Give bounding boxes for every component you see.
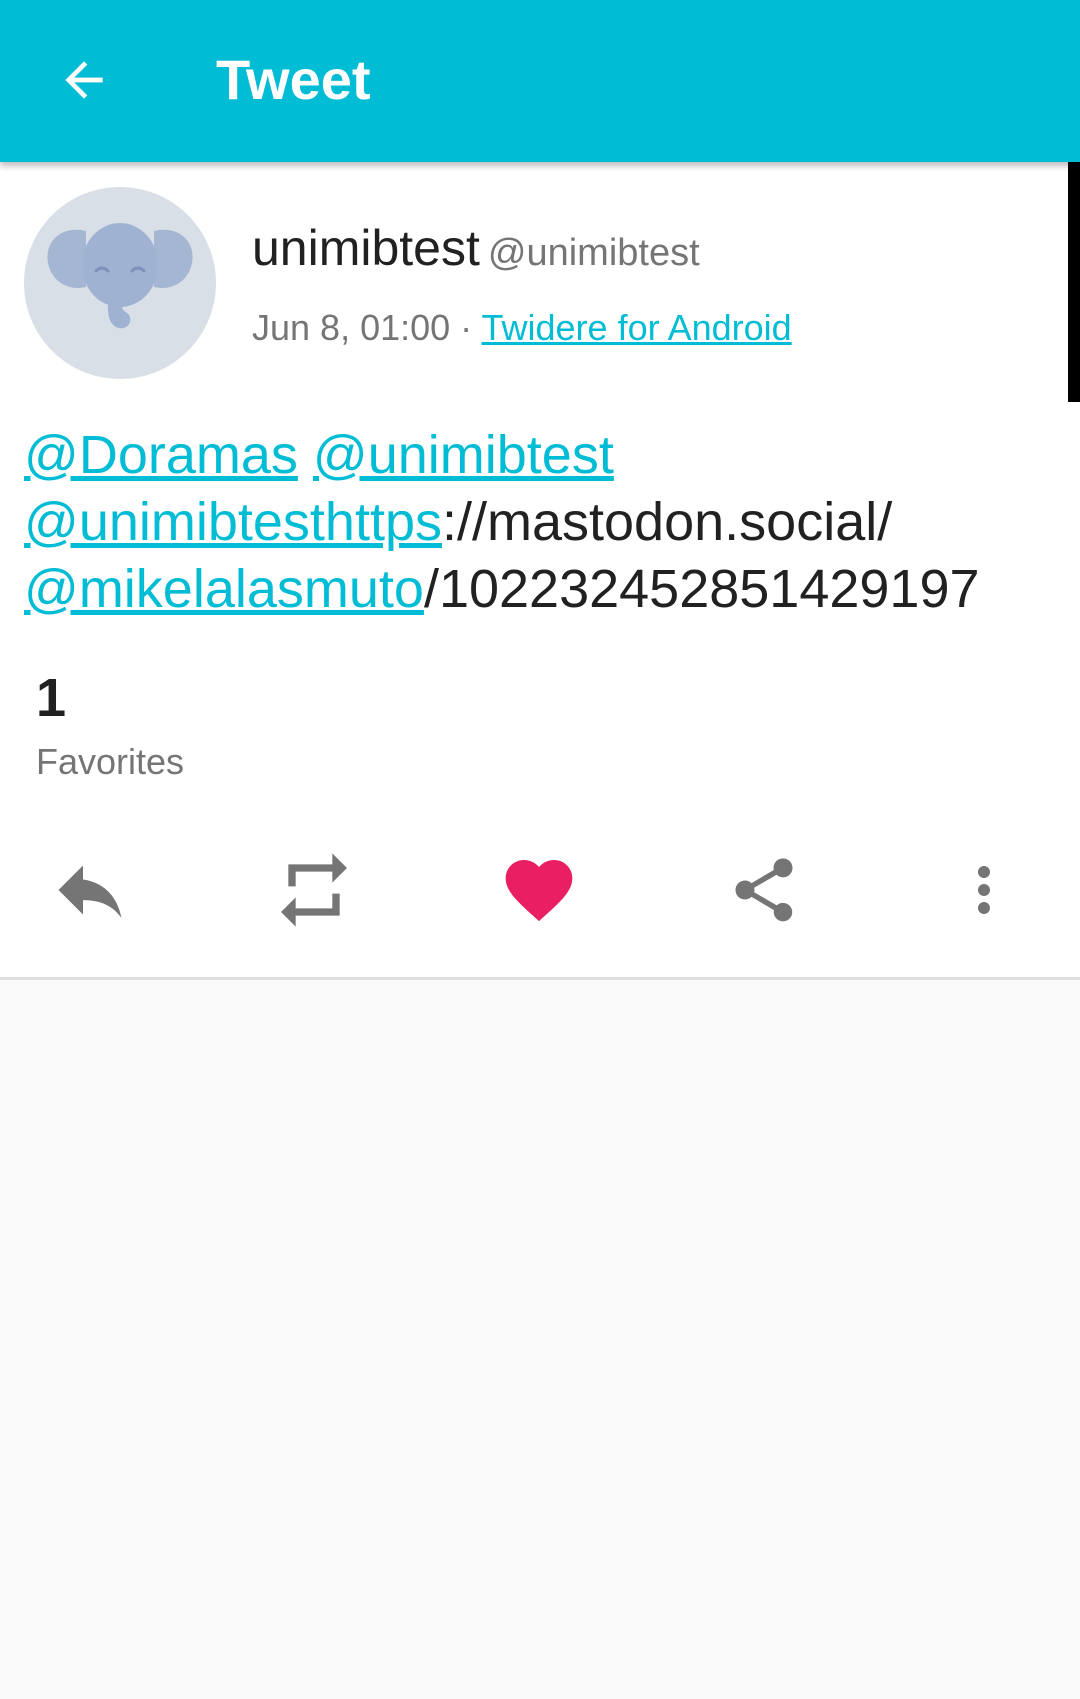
page-title: Tweet (216, 48, 371, 111)
favorites-label[interactable]: Favorites (36, 738, 184, 786)
favorite-button[interactable] (483, 834, 595, 946)
scrollbar[interactable] (1068, 162, 1080, 402)
elephant-avatar-icon (47, 223, 193, 329)
retweet-icon (281, 853, 347, 927)
mention-link[interactable]: @Doramas (24, 425, 298, 485)
status-card: unimibtest @unimibtest Jun 8, 01:00 · Twi… (0, 162, 1080, 980)
app-bar: Tweet (0, 0, 1080, 162)
status-time: Jun 8, 01:00 (252, 307, 451, 348)
retweet-button[interactable] (258, 834, 370, 946)
status-meta: Jun 8, 01:00 · Twidere for Android (252, 304, 792, 352)
mention-link[interactable]: @unimibtesthttps (24, 492, 442, 552)
reply-button[interactable] (34, 834, 146, 946)
favorites-count[interactable]: 1 (36, 666, 66, 730)
share-icon (735, 858, 793, 922)
text-segment (298, 425, 313, 485)
more-vert-icon (978, 866, 990, 914)
arrow-back-icon (65, 61, 103, 99)
heart-icon (505, 860, 573, 922)
meta-separator: · (450, 307, 482, 348)
share-button[interactable] (708, 834, 820, 946)
reply-icon (58, 865, 122, 918)
mention-link[interactable]: @mikelalasmuto (24, 559, 424, 619)
source-link[interactable]: Twidere for Android (482, 307, 792, 348)
display-name: unimibtest (252, 220, 480, 276)
text-segment: /102232452851429197 (423, 559, 980, 619)
user-name-row[interactable]: unimibtest @unimibtest (252, 216, 700, 285)
status-text: @Doramas @unimibtest @unimibtesthttps://m… (24, 422, 1064, 623)
mention-link[interactable]: @unimibtest (313, 425, 614, 485)
back-button[interactable] (44, 36, 124, 124)
screen-name: @unimibtest (487, 232, 700, 274)
avatar[interactable] (24, 187, 216, 379)
more-button[interactable] (928, 834, 1040, 946)
text-segment: ://mastodon.social/ (442, 492, 893, 552)
